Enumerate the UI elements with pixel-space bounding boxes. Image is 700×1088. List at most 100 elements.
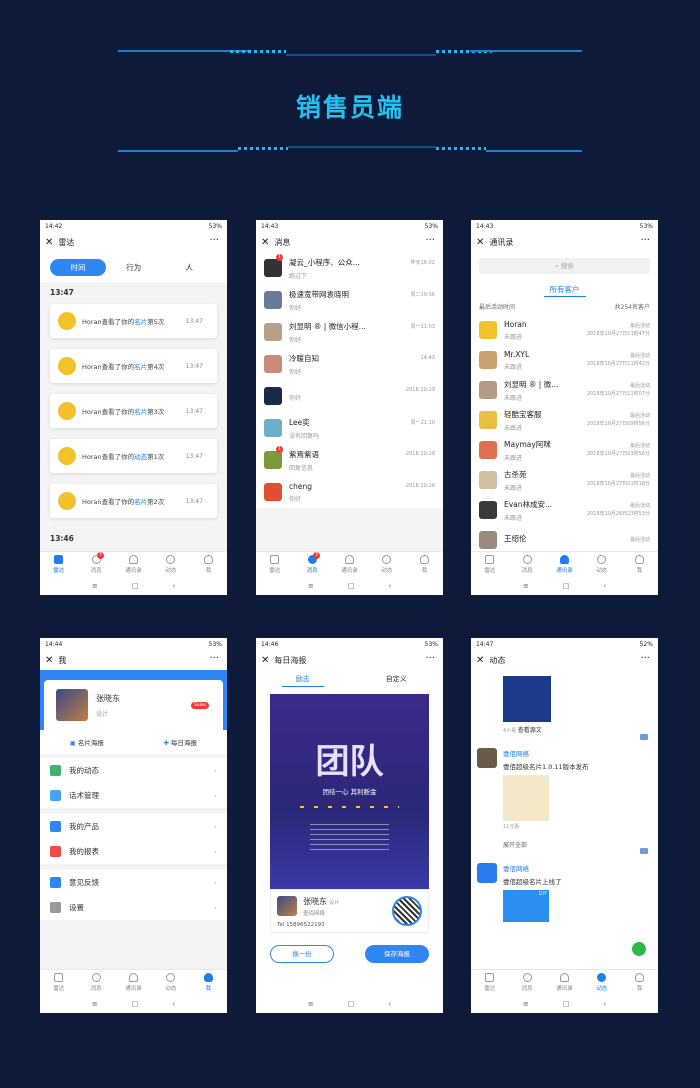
comment-icon[interactable] [640,848,648,854]
comment-icon[interactable] [640,734,648,740]
menu-key[interactable]: ≡ [308,1000,314,1008]
close-icon[interactable]: ✕ [45,655,53,666]
nav-radar[interactable]: 雷达 [40,552,77,577]
nav-messages[interactable]: 消息 [77,970,114,995]
close-icon[interactable]: ✕ [476,655,484,666]
nav-feed[interactable]: 动态 [152,970,189,995]
post-author[interactable]: 壹佰网络 [503,748,589,758]
menu-scripts[interactable]: 话术管理 › [40,783,227,808]
home-key[interactable]: □ [563,582,570,590]
message-row[interactable]: 1 紫焉紫语 回复信息 2018-10-18 [256,444,443,476]
more-icon[interactable]: ··· [640,653,650,664]
nav-me[interactable]: 我 [190,552,227,577]
home-key[interactable]: □ [348,1000,355,1008]
message-row[interactable]: cheng 你好 2018-10-16 [256,476,443,508]
nav-radar[interactable]: 雷达 [40,970,77,995]
home-key[interactable]: □ [563,1000,570,1008]
message-row[interactable]: 你好 2018-10-19 [256,380,443,412]
menu-reports[interactable]: 我的报表 › [40,839,227,864]
menu-key[interactable]: ≡ [523,1000,529,1008]
radar-card[interactable]: Horan查看了你的名片第4次 13:47 [50,349,217,383]
nav-me[interactable]: 我 [190,970,227,995]
menu-settings[interactable]: 设置 › [40,895,227,920]
menu-key[interactable]: ≡ [523,582,529,590]
search-input[interactable]: ⌕ 搜索 [479,258,650,274]
nav-contacts[interactable]: 通讯录 [546,552,583,577]
nav-feed[interactable]: 动态 [152,552,189,577]
more-icon[interactable]: ··· [425,653,435,664]
contact-row[interactable]: Horan 未跟进 最后活动 2018年10月27日13时47分 [471,315,658,345]
nav-me[interactable]: 我 [621,552,658,577]
radar-card[interactable]: Horan查看了你的名片第2次 13:47 [50,484,217,518]
tab-people[interactable]: 人 [162,262,218,273]
change-poster-button[interactable]: 换一份 [270,945,334,963]
camera-icon[interactable] [632,942,646,956]
post-image[interactable] [503,775,549,821]
nav-me[interactable]: 我 [621,970,658,995]
contact-row[interactable]: 古杀苑 未跟进 最后活动 2018年10月27日01时18分 [471,465,658,495]
back-key[interactable]: ‹ [603,1000,606,1008]
view-source-link[interactable]: 查看源文 [518,727,542,734]
nav-radar[interactable]: 雷达 [471,970,508,995]
home-key[interactable]: □ [348,582,355,590]
contact-row[interactable]: Evan林成安... 未跟进 最后活动 2018年10月26日23时53分 [471,495,658,525]
business-card[interactable]: 张晓东 设计 Sales [44,680,223,730]
menu-key[interactable]: ≡ [308,582,314,590]
nav-radar[interactable]: 雷达 [471,552,508,577]
more-icon[interactable]: ··· [425,235,435,246]
contact-row[interactable]: 轻酷宝客服 未跟进 最后活动 2018年10月27日09时56分 [471,405,658,435]
nav-feed[interactable]: 动态 [583,552,620,577]
more-icon[interactable]: ··· [209,235,219,246]
feed-image[interactable] [503,676,551,722]
nav-messages[interactable]: 消息 [508,970,545,995]
back-key[interactable]: ‹ [388,582,391,590]
nav-me[interactable]: 我 [406,552,443,577]
daily-poster-button[interactable]: ✚ 每日海报 [134,737,228,747]
back-key[interactable]: ‹ [172,1000,175,1008]
message-row[interactable]: 极速宽带网袁晓明 你好 周二19:36 [256,284,443,316]
menu-feedback[interactable]: 意见反馈 › [40,870,227,895]
tab-time[interactable]: 时间 [50,258,106,276]
back-key[interactable]: ‹ [388,1000,391,1008]
menu-key[interactable]: ≡ [92,582,98,590]
message-row[interactable]: 刘显明 ® | 微信小程... 你好 周一11:03 [256,316,443,348]
message-row[interactable]: 1 凝云_小程序、公众... 跑过下 昨天18:02 [256,252,443,284]
post-image[interactable]: DIY [503,890,549,922]
nav-contacts[interactable]: 通讯录 [546,970,583,995]
menu-products[interactable]: 我的产品 › [40,814,227,839]
contact-row[interactable]: Mr.XYL 未跟进 最后活动 2018年10月27日11时42分 [471,345,658,375]
close-icon[interactable]: ✕ [476,237,484,248]
message-row[interactable]: 冷暖自知 你好 14:43 [256,348,443,380]
radar-card[interactable]: Horan查看了你的名片第3次 13:47 [50,394,217,428]
home-key[interactable]: □ [132,582,139,590]
radar-card[interactable]: Horan查看了你的名片第5次 13:47 [50,304,217,338]
expand-all-link[interactable]: 展开全部 [503,840,589,849]
nav-messages[interactable]: 消息 [508,552,545,577]
nav-feed[interactable]: 动态 [368,552,405,577]
nav-contacts[interactable]: 通讯录 [115,552,152,577]
sort-label[interactable]: 最后活动时间 [479,302,515,311]
contact-row[interactable]: 刘显明 ® | 微... 未跟进 最后活动 2018年10月27日11时07分 [471,375,658,405]
close-icon[interactable]: ✕ [261,237,269,248]
card-poster-button[interactable]: ▣ 名片海报 [40,737,134,747]
back-key[interactable]: ‹ [172,582,175,590]
tab-all-customers[interactable]: 所有客户 [543,285,586,297]
more-icon[interactable]: ··· [209,653,219,664]
nav-contacts[interactable]: 通讯录 [331,552,368,577]
menu-key[interactable]: ≡ [92,1000,98,1008]
close-icon[interactable]: ✕ [261,655,269,666]
menu-my-feed[interactable]: 我的动态 › [40,758,227,783]
radar-card[interactable]: Horan查看了你的动态第1次 13:47 [50,439,217,473]
nav-feed[interactable]: 动态 [583,970,620,995]
more-icon[interactable]: ··· [640,235,650,246]
tab-inspirational[interactable]: 励志 [256,674,350,687]
nav-contacts[interactable]: 通讯录 [115,970,152,995]
message-row[interactable]: Lee奕 没有回复吗 周一21:10 [256,412,443,444]
nav-radar[interactable]: 雷达 [256,552,293,577]
nav-messages[interactable]: 3 消息 [293,552,330,577]
back-key[interactable]: ‹ [603,582,606,590]
tab-behavior[interactable]: 行为 [106,262,162,273]
tab-custom[interactable]: 自定义 [350,674,444,684]
contact-row[interactable]: Maymay阿咪 未跟进 最后活动 2018年10月27日03时56分 [471,435,658,465]
home-key[interactable]: □ [132,1000,139,1008]
